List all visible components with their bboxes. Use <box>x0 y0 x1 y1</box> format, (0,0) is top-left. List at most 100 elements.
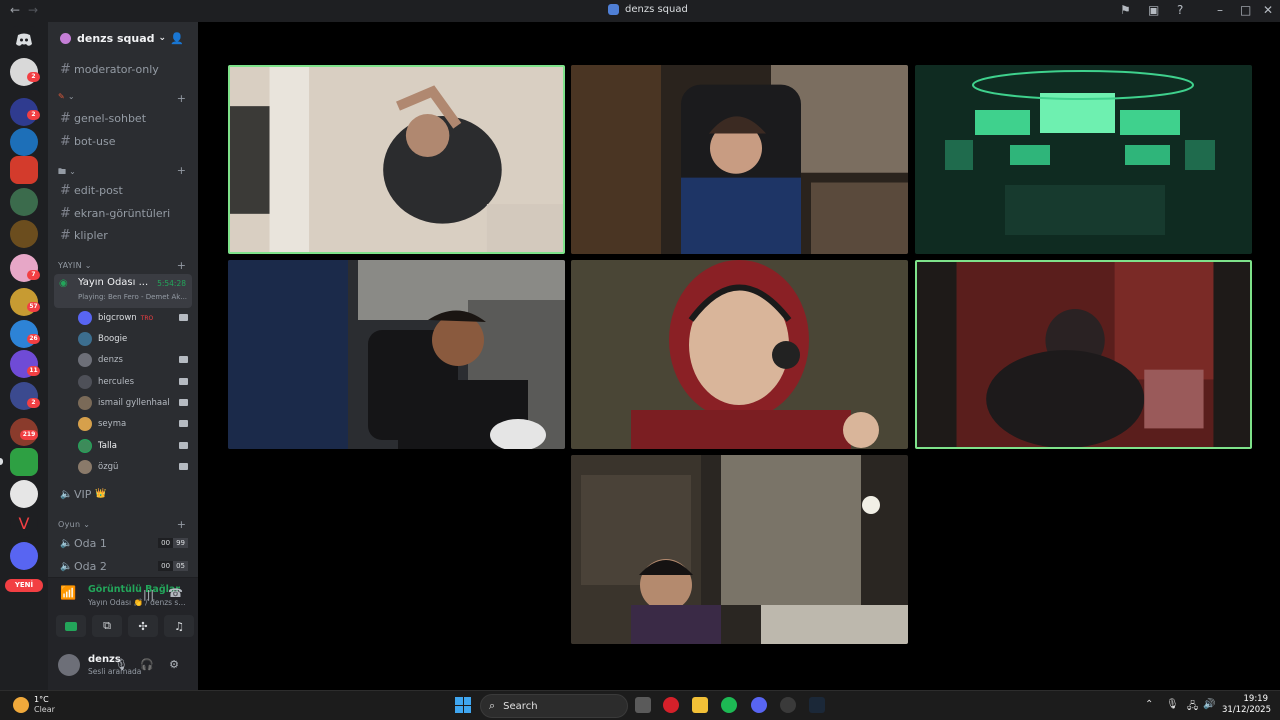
server-avatar[interactable] <box>10 480 38 508</box>
inbox-icon[interactable]: ▣ <box>1148 3 1159 17</box>
video-tile[interactable] <box>571 260 908 449</box>
video-tile[interactable] <box>915 65 1252 254</box>
selected-pip <box>0 458 3 465</box>
channel-ekran-goruntuleri[interactable]: # ekran-görüntüleri <box>60 204 170 222</box>
user-limit: 05 <box>173 561 188 571</box>
settings-gear-icon[interactable]: ⚙ <box>167 658 181 672</box>
maximize-icon[interactable]: □ <box>1240 3 1251 17</box>
taskbar-search[interactable]: ⌕ Search <box>480 694 628 718</box>
server-avatar[interactable] <box>10 220 38 248</box>
back-arrow-icon[interactable]: ← <box>10 3 20 17</box>
app-icon[interactable] <box>780 697 796 713</box>
server-avatar[interactable] <box>10 542 38 570</box>
opera-icon[interactable] <box>663 697 679 713</box>
steam-icon[interactable] <box>809 697 825 713</box>
voice-channel-yayin-odasi[interactable]: ◉ Yayın Odası ... 5:54:28 Playing: Ben F… <box>54 274 192 308</box>
voice-user[interactable]: seyma <box>78 414 190 434</box>
avatar <box>78 375 92 389</box>
voice-channel-oda-2[interactable]: 🔈 Oda 2 00 05 <box>60 557 188 575</box>
screen-share-button[interactable]: ⧉ <box>92 615 122 637</box>
add-channel-icon[interactable]: + <box>177 164 186 177</box>
clock-time[interactable]: 19:19 <box>1222 694 1269 704</box>
discord-home-icon[interactable] <box>10 26 38 54</box>
chevron-up-icon[interactable]: ⌃ <box>1145 699 1153 710</box>
avatar <box>78 353 92 367</box>
category-oyun[interactable]: Oyun ⌄ <box>58 520 90 529</box>
flag-icon[interactable]: ⚑ <box>1120 3 1131 17</box>
valorant-icon[interactable]: V <box>10 510 38 538</box>
guild-header[interactable]: denzs squad ⌄ 👤 <box>48 22 198 54</box>
voice-user[interactable]: özgü <box>78 457 190 477</box>
camera-icon <box>179 378 188 385</box>
channel-sidebar: denzs squad ⌄ 👤 # moderator-only ✎ ⌄ + #… <box>48 22 198 690</box>
video-camera-icon <box>65 621 77 631</box>
category-folder[interactable]: 🖿 ⌄ <box>58 166 76 180</box>
spotify-icon[interactable] <box>721 697 737 713</box>
camera-icon <box>179 356 188 363</box>
category-pen[interactable]: ✎ ⌄ <box>58 92 75 101</box>
video-tile[interactable] <box>228 260 565 449</box>
camera-icon <box>179 420 188 427</box>
channel-genel-sohbet[interactable]: # genel-sohbet <box>60 109 146 127</box>
file-explorer-icon[interactable] <box>692 697 708 713</box>
hash-icon: # <box>60 110 71 126</box>
video-tile[interactable] <box>571 455 908 644</box>
invite-icon[interactable]: 👤 <box>170 32 184 45</box>
avatar <box>78 417 92 431</box>
activities-button[interactable]: ✣ <box>128 615 158 637</box>
minimize-icon[interactable]: – <box>1217 3 1223 17</box>
voice-channel-vip[interactable]: 🔈 VIP 👑 <box>60 485 188 503</box>
camera-button[interactable] <box>56 615 86 637</box>
microphone-icon[interactable]: 🎙 <box>114 658 128 672</box>
voice-channel-oda-1[interactable]: 🔈 Oda 1 00 99 <box>60 534 188 552</box>
discord-taskbar-icon[interactable] <box>751 697 767 713</box>
channel-bot-use[interactable]: # bot-use <box>60 132 115 150</box>
close-icon[interactable]: ✕ <box>1263 3 1273 17</box>
window-title-text: denzs squad <box>625 4 688 15</box>
video-tile[interactable] <box>571 65 908 254</box>
soundboard-button[interactable]: ♫ <box>164 615 194 637</box>
add-channel-icon[interactable]: + <box>177 259 186 272</box>
user-limit-badge: 00 99 <box>158 538 188 548</box>
weather-icon[interactable] <box>13 697 29 713</box>
task-view-icon[interactable] <box>635 697 651 713</box>
microphone-icon[interactable]: 🎙 <box>1166 699 1179 710</box>
server-avatar[interactable] <box>10 128 38 156</box>
forward-arrow-icon[interactable]: → <box>28 3 38 17</box>
voice-user[interactable]: Talla <box>78 436 190 456</box>
voice-user[interactable]: bigcrown TRO <box>78 308 190 328</box>
help-icon[interactable]: ? <box>1177 3 1183 17</box>
noise-suppression-icon[interactable]: ||| <box>143 588 154 601</box>
voice-timer: 5:54:28 <box>157 279 186 288</box>
avatar[interactable] <box>58 654 80 676</box>
video-tile[interactable] <box>915 260 1252 449</box>
add-channel-icon[interactable]: + <box>177 518 186 531</box>
unread-badge: 2 <box>27 110 40 120</box>
disconnect-icon[interactable]: ☎ <box>168 586 183 600</box>
channel-klipler[interactable]: # klipler <box>60 226 108 244</box>
volume-icon[interactable]: 🔊 <box>1203 699 1215 710</box>
server-avatar[interactable] <box>10 188 38 216</box>
channel-edit-post[interactable]: # edit-post <box>60 181 123 199</box>
windows-start-icon[interactable] <box>455 697 471 713</box>
network-icon[interactable]: 🖧 <box>1187 699 1198 716</box>
server-avatar[interactable] <box>10 448 38 476</box>
camera-icon <box>179 442 188 449</box>
clock-date[interactable]: 31/12/2025 <box>1222 705 1271 715</box>
add-channel-icon[interactable]: + <box>177 92 186 105</box>
voice-user[interactable]: ismail gyllenhaal <box>78 393 190 413</box>
category-yayin[interactable]: YAYIN ⌄ <box>58 261 92 270</box>
voice-user[interactable]: Boogie <box>78 329 190 349</box>
voice-user[interactable]: denzs <box>78 350 190 370</box>
headphones-icon[interactable]: 🎧 <box>140 658 154 672</box>
guild-boost-icon <box>60 32 71 44</box>
channel-moderator-only[interactable]: # moderator-only <box>60 60 159 78</box>
server-avatar[interactable] <box>10 156 38 184</box>
unread-badge: 26 <box>27 334 40 344</box>
video-tile[interactable] <box>228 65 565 254</box>
avatar <box>78 311 92 325</box>
channel-label: klipler <box>74 228 108 242</box>
voice-user[interactable]: hercules <box>78 372 190 392</box>
user-panel: denzs Sesli aramada 🎙 🎧 ⚙ <box>48 642 198 690</box>
user-limit: 99 <box>173 538 188 548</box>
